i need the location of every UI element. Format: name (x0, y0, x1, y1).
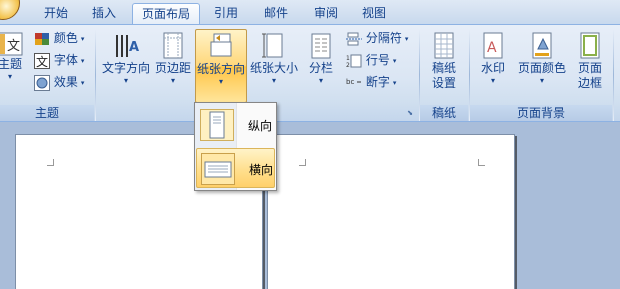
theme-effects-label: 效果 (53, 75, 78, 89)
page-color-button[interactable]: 页面颜色 ▾ (514, 31, 570, 101)
watermark-label: 水印 (480, 61, 505, 75)
draft-paper-icon (434, 32, 454, 59)
svg-text:文: 文 (36, 54, 48, 69)
tab-page-layout[interactable]: 页面布局 (132, 3, 200, 25)
theme-colors-label: 颜色 (53, 31, 78, 45)
theme-effects-icon (34, 74, 50, 91)
watermark-icon: A (483, 32, 503, 59)
draft-paper-label-line1: 稿纸 (431, 61, 456, 75)
watermark-button[interactable]: A 水印 ▾ (474, 31, 512, 101)
group-separator (613, 29, 614, 121)
orientation-button[interactable]: 纸张方向 ▾ (195, 29, 247, 103)
columns-label: 分栏 (308, 61, 333, 75)
theme-colors-button[interactable]: 颜色 ▾ (34, 29, 84, 47)
hyphenation-label: 断字 (365, 75, 390, 89)
draft-paper-settings-button[interactable]: 稿纸 设置 (424, 31, 464, 101)
margins-button[interactable]: 页边距 ▾ (152, 31, 194, 101)
document-page-2[interactable] (267, 134, 515, 289)
portrait-icon (200, 109, 234, 141)
margins-icon (163, 32, 183, 59)
chevron-down-icon: ▾ (539, 76, 544, 85)
chevron-down-icon: ▾ (404, 34, 409, 43)
tab-references[interactable]: 引用 (206, 3, 246, 25)
line-numbers-label: 行号 (365, 53, 390, 67)
themes-button[interactable]: 文 主题 ▾ (0, 31, 24, 101)
page-borders-label-line2: 边框 (577, 76, 602, 90)
page-borders-icon (580, 32, 600, 59)
svg-text:A: A (129, 40, 139, 55)
chevron-down-icon: ▾ (392, 78, 397, 87)
orientation-menu: 纵向 横向 (194, 102, 277, 191)
menu-item-landscape[interactable]: 横向 (196, 148, 275, 188)
margins-label: 页边距 (154, 61, 191, 75)
portrait-label: 纵向 (248, 119, 273, 133)
chevron-down-icon: ▾ (271, 76, 276, 85)
tab-home[interactable]: 开始 (38, 3, 74, 25)
office-button-icon[interactable] (0, 0, 20, 20)
draft-paper-label-line2: 设置 (431, 76, 456, 90)
chevron-down-icon: ▾ (392, 56, 397, 65)
chevron-down-icon: ▾ (80, 34, 85, 43)
chevron-down-icon: ▾ (123, 76, 128, 85)
line-numbers-button[interactable]: 1 2 行号 ▾ (346, 51, 396, 69)
page-size-button[interactable]: 纸张大小 ▾ (248, 31, 300, 101)
hyphenation-icon: bc (346, 78, 361, 86)
chevron-down-icon: ▾ (318, 76, 323, 85)
document-area (0, 122, 620, 289)
tab-view[interactable]: 视图 (354, 3, 394, 25)
page-corner-mark (47, 159, 54, 166)
group-label-page-background: 页面背景 (470, 105, 612, 121)
columns-button[interactable]: 分栏 ▾ (302, 31, 340, 101)
breaks-icon (346, 32, 362, 45)
chevron-down-icon: ▾ (80, 78, 85, 87)
line-numbers-icon: 1 2 (346, 54, 362, 68)
theme-fonts-icon: 文 (34, 52, 50, 69)
theme-fonts-button[interactable]: 文 字体 ▾ (34, 51, 84, 69)
text-direction-button[interactable]: A 文字方向 ▾ (100, 31, 152, 101)
page-setup-dialog-launcher-icon[interactable]: ⬊ (406, 109, 414, 117)
themes-icon: 文 (0, 32, 23, 56)
page-corner-mark (299, 159, 306, 166)
themes-label: 主题 (0, 57, 22, 71)
svg-text:A: A (487, 40, 497, 56)
chevron-down-icon: ▾ (7, 72, 12, 81)
landscape-label: 横向 (249, 163, 274, 177)
page-size-icon (262, 33, 283, 58)
group-label-draft: 稿纸 (420, 105, 468, 121)
text-direction-icon: A (116, 35, 139, 57)
tab-insert[interactable]: 插入 (84, 3, 124, 25)
ribbon: 文 主题 ▾ 颜色 ▾ 文 字体 ▾ 效果 ▾ 主题 A 文字方向 ▾ 页边距 … (0, 24, 620, 122)
chevron-down-icon: ▾ (170, 76, 175, 85)
theme-fonts-label: 字体 (53, 53, 78, 67)
orientation-icon (210, 33, 232, 57)
hyphenation-button[interactable]: bc 断字 ▾ (346, 73, 396, 91)
breaks-button[interactable]: 分隔符 ▾ (346, 29, 408, 47)
chevron-down-icon: ▾ (218, 77, 223, 86)
landscape-icon (201, 153, 235, 185)
menu-item-portrait[interactable]: 纵向 (196, 105, 275, 145)
page-color-icon (532, 32, 552, 59)
page-color-label: 页面颜色 (517, 61, 566, 75)
group-label-theme: 主题 (0, 105, 94, 121)
chevron-down-icon: ▾ (490, 76, 495, 85)
text-direction-label: 文字方向 (101, 61, 150, 75)
theme-effects-button[interactable]: 效果 ▾ (34, 73, 84, 91)
page-size-label: 纸张大小 (249, 61, 298, 75)
tab-mailings[interactable]: 邮件 (256, 3, 296, 25)
group-separator (95, 29, 96, 121)
orientation-label: 纸张方向 (196, 62, 245, 76)
ribbon-tab-bar: 开始 插入 页面布局 引用 邮件 审阅 视图 (0, 0, 620, 25)
theme-colors-icon (35, 32, 49, 45)
page-corner-mark (478, 159, 485, 166)
page-borders-button[interactable]: 页面 边框 (572, 31, 608, 101)
page-borders-label-line1: 页面 (577, 61, 602, 75)
chevron-down-icon: ▾ (80, 56, 85, 65)
breaks-label: 分隔符 (365, 31, 402, 45)
svg-text:1: 1 (346, 55, 350, 62)
svg-text:文: 文 (7, 39, 20, 54)
columns-icon (311, 33, 331, 59)
svg-text:bc: bc (346, 78, 354, 86)
tab-review[interactable]: 审阅 (306, 3, 346, 25)
svg-text:2: 2 (346, 62, 350, 68)
